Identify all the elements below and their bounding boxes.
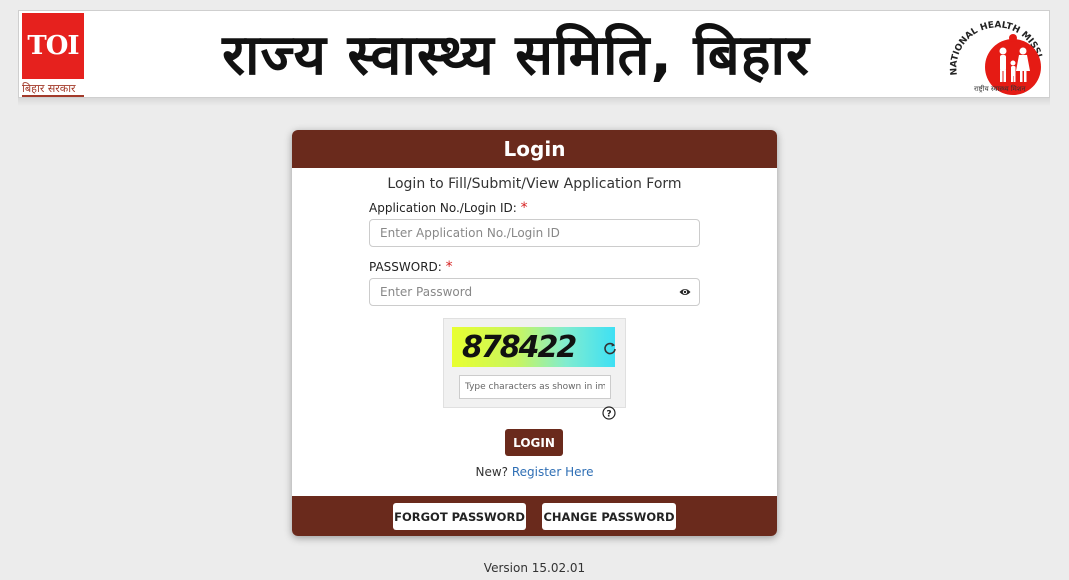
register-prompt: New?	[475, 465, 509, 479]
version-label: Version 15.02.01	[483, 561, 586, 575]
refresh-icon[interactable]	[603, 341, 617, 355]
login-id-field[interactable]	[369, 219, 700, 247]
login-card: Login Login to Fill/Submit/View Applicat…	[292, 130, 777, 536]
password-input[interactable]	[370, 279, 699, 305]
captcha-text: 878422	[462, 329, 577, 365]
captcha-image: 878422	[452, 327, 615, 367]
password-field[interactable]	[369, 278, 700, 306]
captcha-field[interactable]	[459, 375, 611, 399]
login-id-label-text: Application No./Login ID:	[369, 201, 517, 215]
toi-logo-text: TOI	[27, 31, 79, 61]
header-banner: TOI बिहार सरकार राज्य स्वास्थ्य समिति, ब…	[18, 10, 1050, 98]
state-govt-label: बिहार सरकार	[22, 82, 76, 95]
login-id-input[interactable]	[370, 220, 699, 246]
site-title: राज्य स्वास्थ्य समिति, बिहार	[222, 23, 810, 88]
banner-shadow	[18, 98, 1050, 106]
login-card-header: Login	[292, 130, 777, 168]
login-subtitle: Login to Fill/Submit/View Application Fo…	[387, 176, 682, 192]
eye-icon[interactable]	[679, 287, 691, 297]
help-icon[interactable]: ?	[602, 406, 616, 420]
register-line: New? Register Here	[292, 465, 777, 479]
login-card-footer: FORGOT PASSWORD CHANGE PASSWORD	[292, 496, 777, 536]
svg-text:?: ?	[606, 410, 611, 420]
captcha-input[interactable]	[460, 376, 610, 398]
password-label-text: PASSWORD:	[369, 260, 442, 274]
login-button[interactable]: LOGIN	[505, 429, 563, 456]
required-marker: *	[445, 259, 453, 275]
required-marker: *	[520, 200, 528, 216]
forgot-password-button[interactable]: FORGOT PASSWORD	[393, 503, 526, 530]
toi-logo: TOI	[22, 13, 84, 79]
captcha-box: 878422	[443, 318, 626, 408]
password-label: PASSWORD: *	[369, 259, 453, 275]
register-link[interactable]: Register Here	[512, 465, 594, 479]
login-id-label: Application No./Login ID: *	[369, 200, 528, 216]
login-title: Login	[503, 137, 566, 161]
state-govt-underline	[22, 95, 84, 97]
nhm-caption: राष्ट्रीय स्वास्थ्य मिशन	[974, 85, 1026, 93]
change-password-button[interactable]: CHANGE PASSWORD	[542, 503, 676, 530]
